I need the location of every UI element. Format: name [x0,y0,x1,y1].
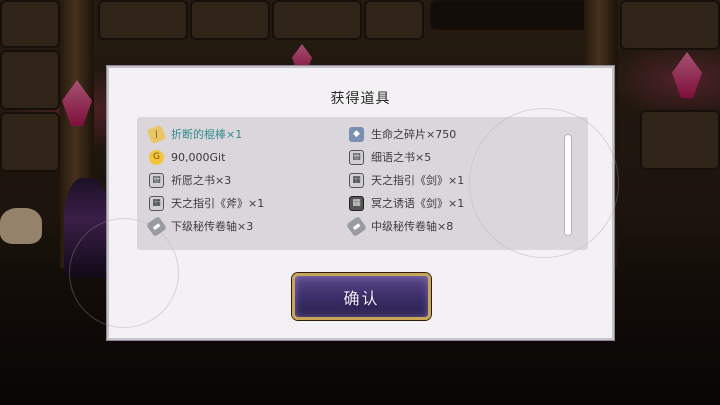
reward-item-label: 折断的棍棒×1 [171,128,243,141]
guide-book-icon: ▦ [349,172,364,188]
reward-item: ▦ 天之指引《剑》×1 [349,171,464,189]
dark-book-icon: ▦ [349,195,364,211]
list-scrollbar[interactable] [565,135,571,235]
fragment-icon: ◆ [349,126,364,142]
reward-item: ▬ 下级秘传卷轴×3 [146,215,254,237]
reward-item-label: 生命之碎片×750 [371,128,457,141]
confirm-button[interactable]: 确认 [292,273,431,320]
reward-item-label: 90,000Git [171,150,226,164]
reward-item-label: 细语之书×5 [371,151,432,164]
confirm-button-label: 确认 [343,288,380,308]
reward-item-label: 祈愿之书×3 [171,174,232,187]
stick-icon: / [146,124,167,144]
reward-dialog: 获得道具 / 折断的棍棒×1 ◆ 生命之碎片×750 G 90,000Git ▤… [69,66,619,340]
reward-item: ▦ 天之指引《斧》×1 [149,194,264,212]
reward-item-label: 下级秘传卷轴×3 [171,220,254,233]
reward-item-label: 天之指引《剑》×1 [371,174,465,187]
dialog-title: 获得道具 [330,91,391,107]
reward-item-label: 天之指引《斧》×1 [171,197,265,210]
book-icon: ▤ [149,172,164,188]
scroll-icon: ▬ [346,215,367,237]
guide-book-icon: ▦ [149,195,164,211]
reward-item: ▬ 中级秘传卷轴×8 [346,215,454,237]
reward-item: ▤ 细语之书×5 [349,148,431,166]
reward-item: ◆ 生命之碎片×750 [349,125,456,143]
coin-icon: G [149,149,164,165]
reward-item-label: 中级秘传卷轴×8 [371,220,454,233]
reward-items-list[interactable]: / 折断的棍棒×1 ◆ 生命之碎片×750 G 90,000Git ▤ 细语之书… [137,117,588,250]
reward-item: / 折断的棍棒×1 [146,124,243,144]
reward-item: ▤ 祈愿之书×3 [149,171,231,189]
reward-item: G 90,000Git [149,148,225,166]
scroll-icon: ▬ [146,215,167,237]
book-icon: ▤ [349,149,364,165]
reward-item-label: 冥之诱语《剑》×1 [371,197,465,210]
reward-item: ▦ 冥之诱语《剑》×1 [349,194,464,212]
